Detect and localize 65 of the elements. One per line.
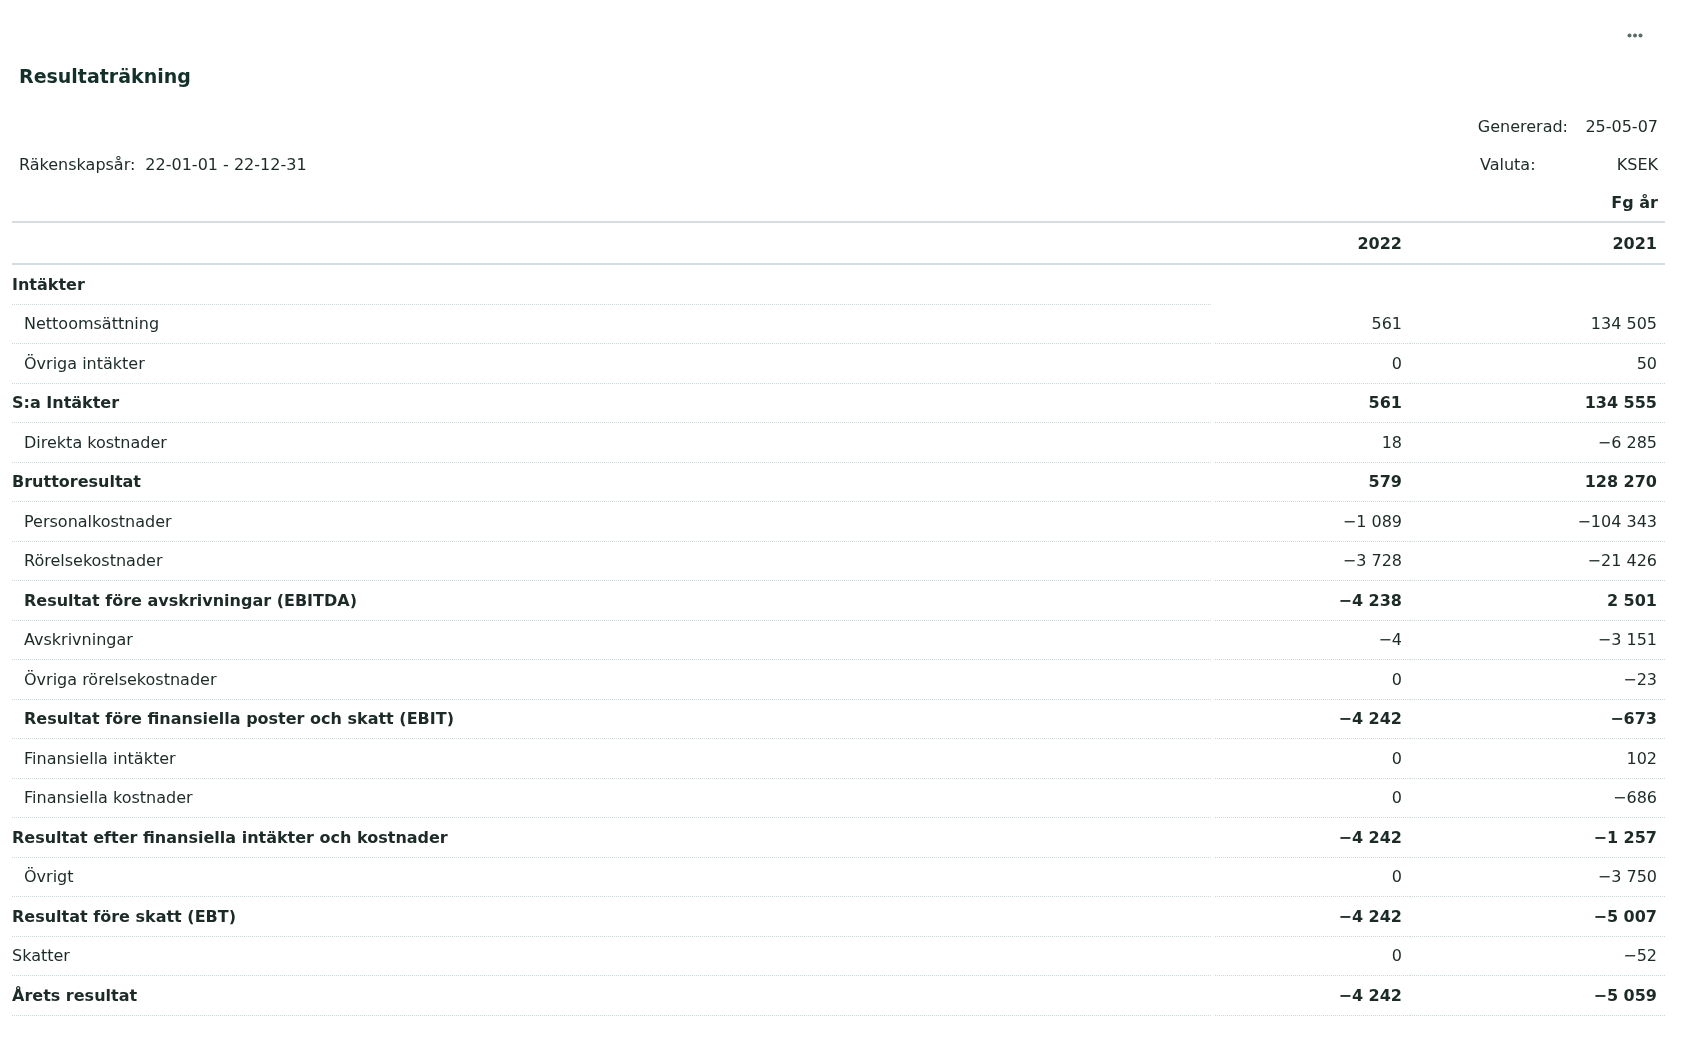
row-label: Finansiella intäkter xyxy=(24,748,176,768)
table-cell: −1 257 xyxy=(1593,827,1657,847)
table-cell: −673 xyxy=(1610,709,1657,729)
table-cell: 579 xyxy=(1368,472,1402,492)
currency-value: KSEK xyxy=(1615,154,1659,174)
table-cell: −5 007 xyxy=(1593,906,1657,926)
row-label: Bruttoresultat xyxy=(12,472,141,492)
currency-label: Valuta: xyxy=(1480,154,1537,174)
row-label: Övriga intäkter xyxy=(24,353,145,373)
row-label: Rörelsekostnader xyxy=(24,551,163,571)
column-caption: Fg år xyxy=(1611,192,1658,212)
table-cell: 18 xyxy=(1381,432,1402,452)
fiscal-year-value: 22-01-01 - 22-12-31 xyxy=(145,154,307,174)
table-cell: 50 xyxy=(1636,353,1657,373)
table-cell: −104 343 xyxy=(1577,511,1657,531)
row-label: Intäkter xyxy=(12,274,85,294)
table-cell: −686 xyxy=(1613,788,1657,808)
table-cell: 561 xyxy=(1368,393,1402,413)
fiscal-year-label: Räkenskapsår: xyxy=(19,154,136,174)
table-cell: −4 238 xyxy=(1338,590,1402,610)
column-header: 2022 xyxy=(1356,232,1403,255)
table-cell: −52 xyxy=(1623,946,1657,966)
table-cell: 0 xyxy=(1391,788,1402,808)
table-cell: 128 270 xyxy=(1584,472,1657,492)
table-cell: −3 728 xyxy=(1342,551,1402,571)
row-label: Nettoomsättning xyxy=(24,314,160,334)
row-label: Finansiella kostnader xyxy=(24,788,193,808)
row-label: S:a Intäkter xyxy=(12,393,120,413)
table-cell: 134 555 xyxy=(1584,393,1657,413)
row-label: Övriga rörelsekostnader xyxy=(24,669,217,689)
row-label: Övrigt xyxy=(24,867,74,887)
table-cell: 2 501 xyxy=(1606,590,1657,610)
table-cell: −4 242 xyxy=(1338,709,1402,729)
row-label: Resultat efter finansiella intäkter och kostnader xyxy=(12,827,448,847)
table-cell: −4 242 xyxy=(1338,985,1402,1005)
table-cell: 0 xyxy=(1391,748,1402,768)
row-label: Årets resultat xyxy=(12,985,138,1005)
row-label: Direkta kostnader xyxy=(24,432,167,452)
table-cell: 0 xyxy=(1391,946,1402,966)
generated-label: Genererad: xyxy=(1477,116,1568,136)
generated-date: 25-05-07 xyxy=(1584,116,1659,136)
row-label: Resultat före finansiella poster och skatt (EBIT) xyxy=(24,709,454,729)
row-label: Personalkostnader xyxy=(24,511,172,531)
table-cell: −3 750 xyxy=(1597,867,1657,887)
table-cell: −3 151 xyxy=(1597,630,1657,650)
table-cell: −4 242 xyxy=(1338,827,1402,847)
table-cell: 134 505 xyxy=(1590,314,1657,334)
table-cell: −5 059 xyxy=(1593,985,1657,1005)
table-cell: 561 xyxy=(1371,314,1402,334)
table-cell: −6 285 xyxy=(1597,432,1657,452)
row-label: Resultat före skatt (EBT) xyxy=(12,906,236,926)
row-label: Avskrivningar xyxy=(24,630,133,650)
column-header: 2021 xyxy=(1611,232,1658,255)
report-title: Resultaträkning xyxy=(19,65,192,87)
table-cell: −21 426 xyxy=(1587,551,1657,571)
table-cell: 0 xyxy=(1391,867,1402,887)
table-cell: −4 242 xyxy=(1338,906,1402,926)
table-cell: 0 xyxy=(1391,669,1402,689)
table-cell: 102 xyxy=(1626,748,1657,768)
table-cell: 0 xyxy=(1391,353,1402,373)
row-label: Skatter xyxy=(12,946,70,966)
table-cell: −4 xyxy=(1378,630,1402,650)
table-cell: −1 089 xyxy=(1342,511,1402,531)
row-label: Resultat före avskrivningar (EBITDA) xyxy=(24,590,357,610)
table-cell: −23 xyxy=(1623,669,1657,689)
